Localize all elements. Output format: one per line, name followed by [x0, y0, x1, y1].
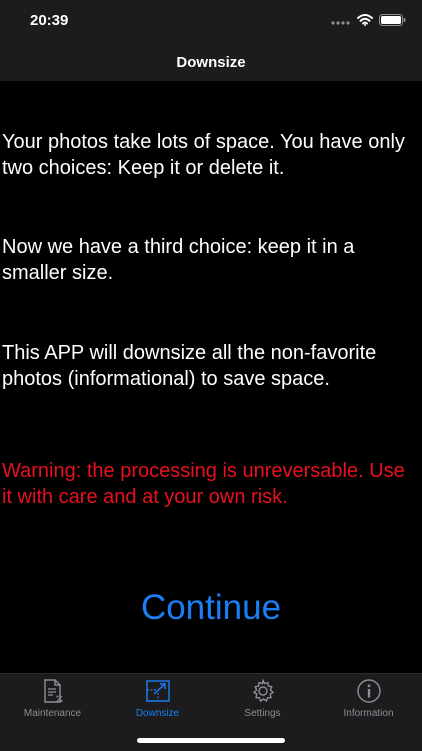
document-percent-icon [40, 678, 66, 704]
intro-paragraph: Your photos take lots of space. You have… [2, 131, 405, 179]
main-content: Your photos take lots of space. You have… [0, 81, 422, 673]
status-icons [331, 13, 406, 31]
tab-label: Downsize [135, 708, 180, 719]
tab-information[interactable]: Information [316, 678, 421, 722]
tab-label: Maintenance [23, 708, 82, 719]
tab-settings[interactable]: Settings [210, 678, 315, 722]
third-choice-paragraph: Now we have a third choice: keep it in a… [2, 236, 355, 284]
wifi-icon [357, 13, 373, 31]
battery-icon [379, 13, 406, 31]
tab-maintenance[interactable]: Maintenance [0, 678, 105, 722]
tab-label: Information [343, 708, 394, 719]
warning-text: Warning: the processing is unreversable.… [2, 460, 405, 508]
status-time: 20:39 [30, 12, 69, 29]
info-icon [356, 678, 382, 704]
app-description-paragraph: This APP will downsize all the non-favor… [2, 342, 377, 390]
page-title: Downsize [176, 54, 246, 71]
tab-label: Settings [244, 708, 281, 719]
gear-icon [250, 678, 276, 704]
status-bar: 20:39 [0, 0, 422, 44]
continue-button[interactable]: Continue [0, 588, 422, 628]
tab-downsize[interactable]: Downsize [105, 678, 210, 722]
home-indicator[interactable] [137, 738, 285, 743]
signal-dots-icon [331, 13, 351, 31]
resize-icon [145, 678, 171, 704]
navigation-bar: Downsize [0, 44, 422, 81]
